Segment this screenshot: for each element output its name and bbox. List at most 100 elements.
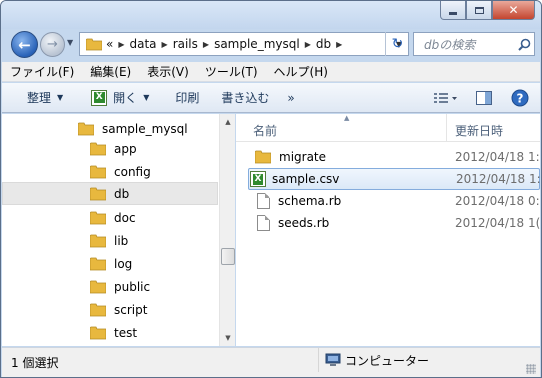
resize-grip[interactable] [526, 364, 536, 374]
tree-item-public[interactable]: public [2, 275, 218, 298]
tree-item-log[interactable]: log [2, 252, 218, 275]
chevron-right-icon[interactable]: ▶ [336, 40, 342, 49]
file-row-sample-csv[interactable]: X sample.csv 2012/04/18 1: [248, 168, 541, 190]
burn-button[interactable]: 書き込む [214, 86, 276, 110]
scrollbar-thumb[interactable] [221, 248, 235, 265]
navigation-pane: sample_mysql app config db doc lib log p… [2, 114, 235, 346]
burn-label: 書き込む [221, 91, 270, 105]
excel-icon: X [250, 171, 266, 187]
view-options-button[interactable] [432, 86, 460, 110]
organize-label: 整理 [27, 91, 52, 105]
close-button[interactable]: ✕ [492, 1, 535, 20]
tree-item-doc[interactable]: doc [2, 206, 218, 229]
minimize-button[interactable] [440, 1, 466, 20]
file-date: 2012/04/18 0: [455, 194, 540, 208]
excel-icon: X [91, 89, 108, 106]
chevron-right-icon[interactable]: ▶ [305, 40, 311, 49]
menu-file[interactable]: ファイル(F) [2, 63, 82, 80]
menu-help[interactable]: ヘルプ(H) [266, 63, 336, 80]
help-button[interactable]: ? [506, 86, 534, 110]
file-row-migrate[interactable]: migrate 2012/04/18 1: [248, 146, 540, 168]
forward-button[interactable]: → [40, 32, 65, 57]
breadcrumb-rails[interactable]: rails [173, 37, 198, 51]
forward-arrow-icon: → [47, 37, 58, 52]
chevron-right-icon[interactable]: ▶ [203, 40, 209, 49]
folder-icon [86, 38, 102, 50]
tree-item-db[interactable]: db [2, 182, 218, 205]
navigation-scrollbar[interactable]: ▲ ▼ [219, 114, 235, 346]
breadcrumb-db[interactable]: db [316, 37, 331, 51]
tree-item-config[interactable]: config [2, 160, 218, 183]
file-date: 2012/04/18 1: [456, 172, 541, 186]
menu-tools[interactable]: ツール(T) [197, 63, 266, 80]
print-button[interactable]: 印刷 [168, 86, 206, 110]
menu-edit[interactable]: 編集(E) [82, 63, 139, 80]
recent-pages-dropdown[interactable]: ▼ [67, 38, 73, 47]
column-name[interactable]: 名前 [253, 122, 277, 139]
more-label: » [287, 90, 295, 105]
file-list: ▲ 名前 更新日時 migrate 2012/04/18 1: X sample… [236, 114, 541, 346]
minimize-icon [449, 11, 457, 15]
scroll-down-icon[interactable]: ▼ [220, 330, 236, 346]
open-label: 開く [113, 91, 138, 105]
open-button[interactable]: X 開く ▼ [84, 86, 156, 110]
file-name: sample.csv [272, 172, 340, 186]
back-button[interactable]: ← [11, 31, 38, 58]
tree-item-test[interactable]: test [2, 321, 218, 344]
details-view-icon [434, 92, 457, 103]
file-row-schema-rb[interactable]: schema.rb 2012/04/18 0: [248, 190, 540, 212]
tree-item-app[interactable]: app [2, 137, 218, 160]
close-icon: ✕ [508, 3, 519, 17]
folder-icon [90, 326, 106, 339]
folder-icon [255, 150, 271, 164]
help-icon: ? [511, 89, 529, 106]
menu-bar: ファイル(F) 編集(E) 表示(V) ツール(T) ヘルプ(H) [2, 62, 540, 82]
breadcrumb-data[interactable]: data [130, 37, 157, 51]
tree-item-label: config [114, 164, 151, 179]
computer-icon [325, 353, 341, 366]
status-bar: 1 個選択 コンピューター [2, 347, 540, 377]
folder-icon [90, 234, 106, 247]
location-label: コンピューター [345, 353, 430, 368]
title-bar[interactable]: ✕ [1, 1, 541, 29]
search-placeholder[interactable]: dbの検索 [424, 36, 514, 53]
column-date[interactable]: 更新日時 [455, 122, 503, 139]
scroll-up-icon[interactable]: ▲ [220, 114, 236, 130]
breadcrumb-sample-mysql[interactable]: sample_mysql [214, 37, 300, 51]
address-bar[interactable]: « ▶ data ▶ rails ▶ sample_mysql ▶ db ▶ ▼ [79, 32, 409, 56]
tree-item-label: db [114, 186, 130, 201]
selection-count: 1 個選択 [11, 356, 59, 370]
file-name: migrate [279, 150, 327, 164]
search-box[interactable]: dbの検索 [413, 32, 535, 56]
chevron-right-icon[interactable]: ▶ [118, 40, 124, 49]
command-bar: 整理 ▼ X 開く ▼ 印刷 書き込む » ? [2, 83, 540, 113]
file-row-seeds-rb[interactable]: seeds.rb 2012/04/18 1( [248, 212, 540, 234]
tree-item-lib[interactable]: lib [2, 229, 218, 252]
location-zone: コンピューター [318, 348, 429, 372]
explorer-window: ✕ ← → ▼ « ▶ data ▶ rails ▶ sample_mysql … [0, 0, 542, 378]
refresh-button[interactable]: ↻ [385, 32, 409, 56]
document-icon [257, 193, 270, 209]
column-header: ▲ 名前 更新日時 [236, 114, 540, 142]
folder-icon [90, 187, 106, 200]
tree-item-label: script [114, 302, 148, 317]
refresh-icon: ↻ [391, 36, 404, 52]
folder-icon [90, 303, 106, 316]
chevron-down-icon: ▼ [57, 93, 64, 102]
column-divider[interactable] [446, 114, 447, 142]
organize-button[interactable]: 整理 ▼ [20, 86, 70, 110]
chevron-right-icon[interactable]: ▶ [162, 40, 168, 49]
maximize-button[interactable] [466, 1, 492, 20]
folder-icon [90, 257, 106, 270]
tree-item-label: public [114, 279, 151, 294]
caption-buttons: ✕ [440, 1, 535, 20]
tree-item-label: log [114, 256, 133, 271]
preview-pane-button[interactable] [470, 86, 498, 110]
menu-view[interactable]: 表示(V) [139, 63, 197, 80]
more-commands-button[interactable]: » [280, 86, 301, 110]
folder-icon [90, 165, 106, 178]
breadcrumb-prefix[interactable]: « [106, 37, 113, 51]
search-icon[interactable] [514, 34, 534, 54]
tree-item-script[interactable]: script [2, 298, 218, 321]
sort-ascending-icon: ▲ [344, 114, 350, 122]
